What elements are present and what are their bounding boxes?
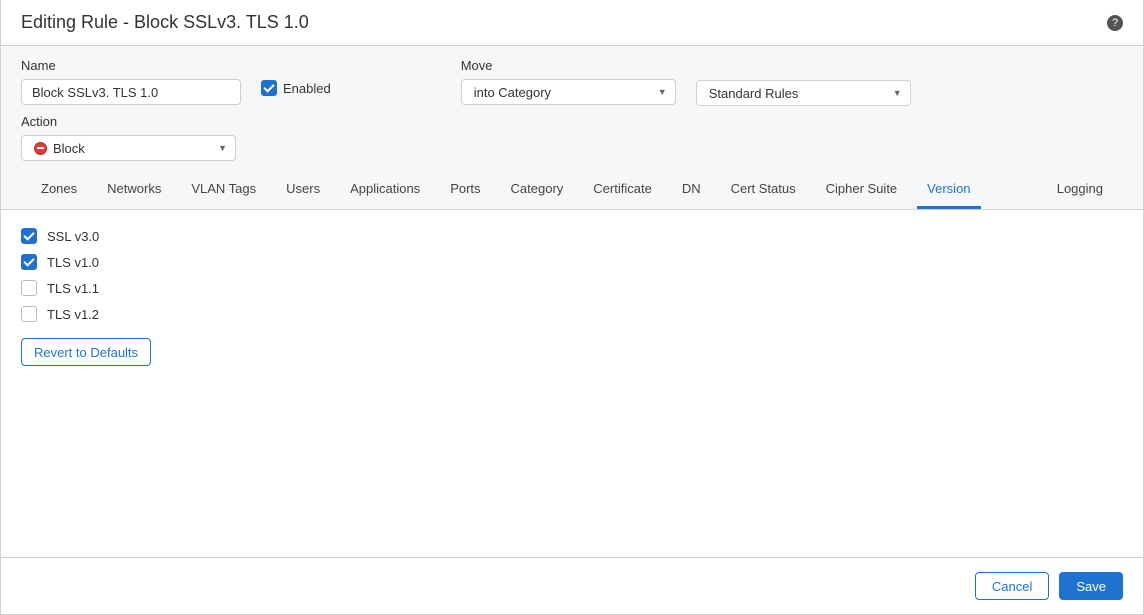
- move-field-group: Move into Category ▼: [461, 58, 676, 105]
- category-select[interactable]: Standard Rules ▼: [696, 80, 911, 106]
- version-label: TLS v1.0: [47, 255, 99, 270]
- action-label: Action: [21, 114, 1123, 129]
- action-field-group: Action Block ▼: [21, 114, 1123, 161]
- move-select[interactable]: into Category ▼: [461, 79, 676, 105]
- cancel-button[interactable]: Cancel: [975, 572, 1049, 600]
- category-field-group: Standard Rules ▼: [696, 58, 911, 106]
- versions-list: SSL v3.0 TLS v1.0 TLS v1.1 TLS v1.2: [21, 228, 1123, 322]
- move-select-value: into Category: [474, 85, 551, 100]
- form-row-top: Name Enabled Move into Category ▼ Standa…: [21, 58, 1123, 106]
- version-checkbox[interactable]: [21, 228, 37, 244]
- name-label: Name: [21, 58, 241, 73]
- block-icon: [34, 142, 47, 155]
- version-item: TLS v1.0: [21, 254, 1123, 270]
- version-label: TLS v1.2: [47, 307, 99, 322]
- version-checkbox[interactable]: [21, 280, 37, 296]
- tab-version[interactable]: Version: [917, 173, 980, 209]
- version-label: TLS v1.1: [47, 281, 99, 296]
- tab-networks[interactable]: Networks: [97, 173, 171, 209]
- action-select[interactable]: Block ▼: [21, 135, 236, 161]
- tab-dn[interactable]: DN: [672, 173, 711, 209]
- version-item: TLS v1.2: [21, 306, 1123, 322]
- name-field-group: Name: [21, 58, 241, 105]
- dialog: Editing Rule - Block SSLv3. TLS 1.0 ? Na…: [0, 0, 1144, 615]
- help-icon[interactable]: ?: [1107, 15, 1123, 31]
- version-item: TLS v1.1: [21, 280, 1123, 296]
- chevron-down-icon: ▼: [893, 88, 902, 98]
- tab-bar: Zones Networks VLAN Tags Users Applications P…: [21, 175, 1123, 209]
- version-label: SSL v3.0: [47, 229, 99, 244]
- action-select-value-wrap: Block: [34, 141, 85, 156]
- category-select-value: Standard Rules: [709, 86, 799, 101]
- revert-to-defaults-button[interactable]: Revert to Defaults: [21, 338, 151, 366]
- enabled-checkbox[interactable]: [261, 80, 277, 96]
- dialog-title: Editing Rule - Block SSLv3. TLS 1.0: [21, 12, 309, 33]
- chevron-down-icon: ▼: [658, 87, 667, 97]
- tab-content-version: SSL v3.0 TLS v1.0 TLS v1.1 TLS v1.2 Revert …: [1, 210, 1143, 557]
- tab-ports[interactable]: Ports: [440, 173, 490, 209]
- tab-certificate[interactable]: Certificate: [583, 173, 662, 209]
- tab-cert-status[interactable]: Cert Status: [721, 173, 806, 209]
- action-select-value: Block: [53, 141, 85, 156]
- tab-vlan-tags[interactable]: VLAN Tags: [181, 173, 266, 209]
- enabled-toggle-group: Enabled: [261, 80, 331, 96]
- name-input[interactable]: [21, 79, 241, 105]
- version-checkbox[interactable]: [21, 306, 37, 322]
- move-label: Move: [461, 58, 676, 73]
- dialog-header: Editing Rule - Block SSLv3. TLS 1.0 ?: [1, 0, 1143, 46]
- enabled-label: Enabled: [283, 81, 331, 96]
- form-area: Name Enabled Move into Category ▼ Standa…: [1, 46, 1143, 210]
- tab-zones[interactable]: Zones: [31, 173, 87, 209]
- chevron-down-icon: ▼: [218, 143, 227, 153]
- tab-category[interactable]: Category: [501, 173, 574, 209]
- version-item: SSL v3.0: [21, 228, 1123, 244]
- tab-users[interactable]: Users: [276, 173, 330, 209]
- save-button[interactable]: Save: [1059, 572, 1123, 600]
- tab-applications[interactable]: Applications: [340, 173, 430, 209]
- dialog-footer: Cancel Save: [1, 557, 1143, 614]
- tab-logging[interactable]: Logging: [1047, 173, 1113, 209]
- tab-cipher-suite[interactable]: Cipher Suite: [816, 173, 908, 209]
- version-checkbox[interactable]: [21, 254, 37, 270]
